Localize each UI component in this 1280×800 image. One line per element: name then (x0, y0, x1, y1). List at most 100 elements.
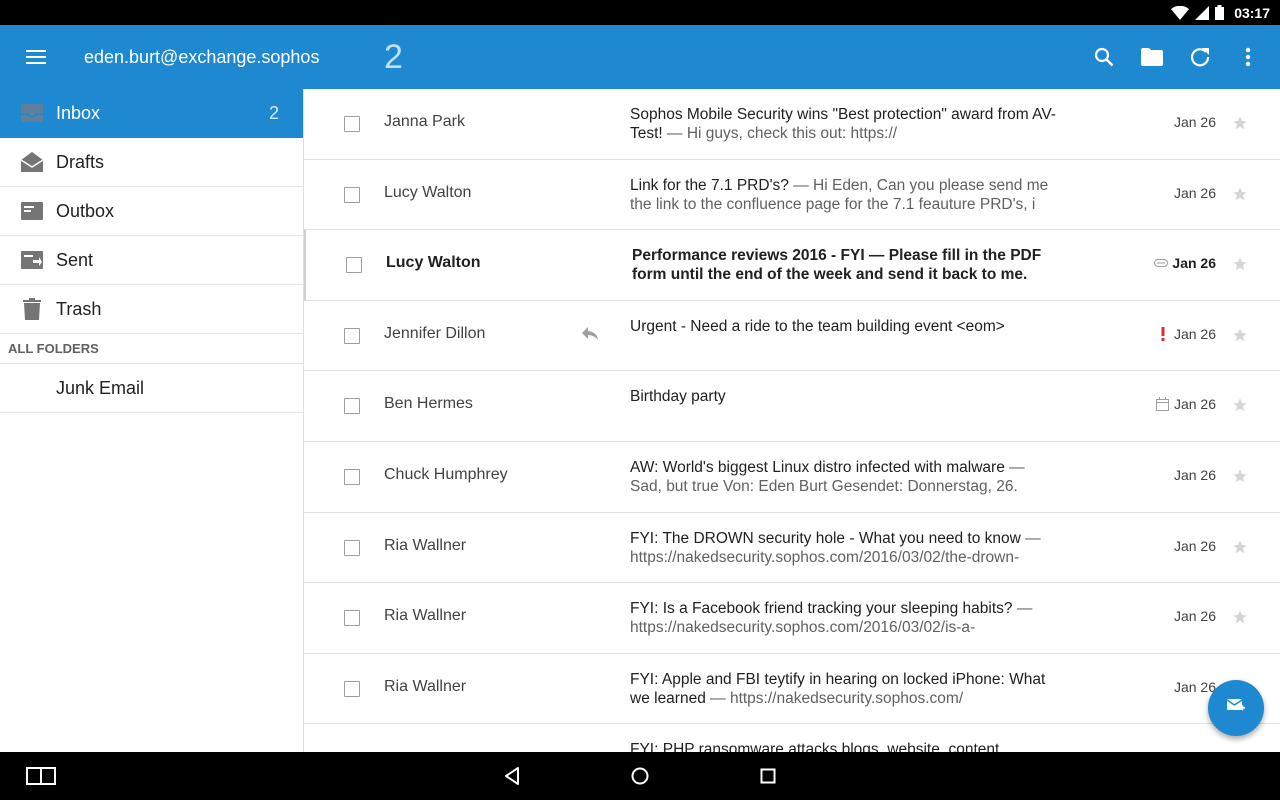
important-icon (1156, 326, 1170, 342)
message-preview: Sophos Mobile Security wins "Best protec… (630, 105, 1060, 143)
message-date: Jan 26 (1173, 608, 1216, 625)
message-snippet: Hi guys, check this out: https:// (686, 125, 898, 142)
message-separator: — (1012, 600, 1033, 618)
message-snippet: https://nakedsecurity.sophos.com/ (729, 689, 964, 707)
sidebar-item-label: Inbox (56, 102, 101, 123)
star-icon[interactable] (1232, 468, 1250, 486)
back-icon[interactable] (500, 764, 524, 788)
message-row[interactable]: Ben Hermes Birthday party Jan 26 (304, 371, 1280, 442)
message-checkbox[interactable] (344, 468, 360, 485)
message-sender: Lucy Walton (384, 183, 472, 201)
message-snippet: Sad, but true Von: Eden Burt Gesendet: D… (630, 477, 1018, 495)
message-preview: Birthday party (630, 387, 1060, 406)
message-snippet: https://nakedsecurity.sophos.com/2016/03… (630, 548, 1020, 566)
sidebar-item-junk-email[interactable]: Junk Email (0, 364, 303, 413)
compose-button[interactable] (1208, 680, 1264, 736)
search-icon[interactable] (1092, 45, 1116, 69)
star-icon[interactable] (1232, 327, 1250, 345)
message-subject: Urgent - Need a ride to the team buildin… (630, 317, 1005, 335)
message-sender: Ria Wallner (384, 677, 467, 695)
message-preview: FYI: PHP ransomware attacks blogs, websi… (630, 740, 1060, 752)
account-email[interactable]: eden.burt@exchange.sophos (84, 45, 319, 69)
message-checkbox[interactable] (344, 116, 360, 132)
sidebar-item-label: Outbox (56, 200, 115, 221)
star-icon[interactable] (1232, 397, 1250, 415)
sidebar-item-sent[interactable]: Sent (0, 236, 303, 285)
message-date: Jan 26 (1173, 325, 1216, 342)
clock: 03:17 (1234, 4, 1270, 21)
reply-icon (582, 326, 598, 343)
compose-icon (1226, 698, 1245, 719)
message-separator: — (788, 176, 814, 194)
multiwindow-icon[interactable] (26, 764, 56, 788)
inbox-icon (20, 101, 44, 125)
star-icon[interactable] (1232, 186, 1250, 204)
message-preview: FYI: Is a Facebook friend tracking your … (630, 599, 1060, 637)
message-row[interactable]: Lucy Walton Link for the 7.1 PRD's? — Hi… (304, 160, 1280, 231)
all-folders-header: ALL FOLDERS (0, 334, 303, 364)
recents-icon[interactable] (756, 764, 780, 788)
star-icon[interactable] (1232, 539, 1250, 557)
message-row[interactable]: Chuck Humphrey AW: World's biggest Linux… (304, 442, 1280, 513)
message-checkbox[interactable] (346, 257, 362, 274)
sidebar-item-trash[interactable]: Trash (0, 285, 303, 334)
message-date: Jan 26 (1173, 184, 1216, 201)
message-sender: Ria Wallner (384, 536, 467, 554)
message-sender: Janna Park (384, 113, 465, 130)
more-vert-icon[interactable] (1236, 45, 1260, 69)
trash-icon (20, 297, 44, 321)
message-date: Jan 26 (1172, 255, 1216, 272)
sidebar-item-label: Trash (56, 298, 102, 319)
sidebar-item-outbox[interactable]: Outbox (0, 187, 303, 236)
folder-sidebar: Inbox 2 Drafts Outbox Sent Trash ALL FOL… (0, 89, 304, 752)
message-preview: Urgent - Need a ride to the team buildin… (630, 317, 1060, 336)
home-icon[interactable] (628, 764, 652, 788)
message-row[interactable]: Lucy Walton Performance reviews 2016 - F… (304, 230, 1280, 301)
message-separator: — (864, 247, 889, 265)
message-sender: Lucy Walton (386, 254, 481, 272)
message-row[interactable]: Janna Park Sophos Mobile Security wins "… (304, 89, 1280, 160)
message-checkbox[interactable] (344, 610, 360, 627)
message-row[interactable]: Ria Wallner FYI: Is a Facebook friend tr… (304, 583, 1280, 654)
message-date: Jan 26 (1173, 537, 1216, 554)
message-preview: FYI: The DROWN security hole - What you … (630, 529, 1060, 567)
message-checkbox[interactable] (344, 186, 360, 203)
sidebar-item-inbox[interactable]: Inbox 2 (0, 89, 303, 138)
message-checkbox[interactable] (344, 680, 360, 697)
message-separator: — (705, 689, 730, 707)
message-row[interactable]: Ria Wallner FYI: Apple and FBI teytify i… (304, 654, 1280, 725)
message-snippet: https://nakedsecurity.sophos.com/2016/03… (630, 619, 976, 637)
refresh-icon[interactable] (1188, 45, 1212, 69)
message-sender: Jennifer Dillon (384, 324, 486, 342)
message-row[interactable]: Ria Wallner FYI: The DROWN security hole… (304, 513, 1280, 584)
wifi-icon (1171, 5, 1190, 20)
star-icon[interactable] (1232, 115, 1250, 133)
message-date: Jan 26 (1173, 678, 1216, 695)
status-bar: 03:17 (0, 0, 1280, 25)
message-row[interactable]: Jennifer Dillon Urgent - Need a ride to … (304, 301, 1280, 372)
sent-icon (20, 248, 44, 272)
message-sender: Chuck Humphrey (384, 465, 508, 483)
navigation-bar (0, 752, 1280, 800)
message-checkbox[interactable] (344, 539, 360, 556)
message-row[interactable]: FYI: PHP ransomware attacks blogs, websi… (304, 724, 1280, 752)
star-icon[interactable] (1232, 256, 1250, 274)
menu-icon[interactable] (24, 45, 48, 69)
app-bar: eden.burt@exchange.sophos 2 (0, 25, 1280, 89)
sidebar-item-label: Sent (56, 249, 94, 270)
message-subject: Birthday party (630, 388, 726, 406)
message-subject: Link for the 7.1 PRD's? (630, 176, 789, 194)
message-subject: FYI: Is a Facebook friend tracking your … (630, 600, 1013, 618)
outbox-icon (20, 199, 44, 223)
message-subject: Performance reviews 2016 - FYI (632, 247, 865, 265)
message-checkbox[interactable] (344, 327, 360, 344)
message-date: Jan 26 (1173, 396, 1216, 413)
message-subject: FYI: PHP ransomware attacks blogs, websi… (630, 741, 1000, 752)
message-date: Jan 26 (1173, 466, 1216, 483)
message-sender: Ria Wallner (384, 607, 467, 625)
sidebar-item-drafts[interactable]: Drafts (0, 138, 303, 187)
folder-icon[interactable] (1140, 45, 1164, 69)
star-icon[interactable] (1232, 609, 1250, 627)
message-subject: AW: World's biggest Linux distro infecte… (630, 458, 1005, 476)
message-checkbox[interactable] (344, 398, 360, 415)
